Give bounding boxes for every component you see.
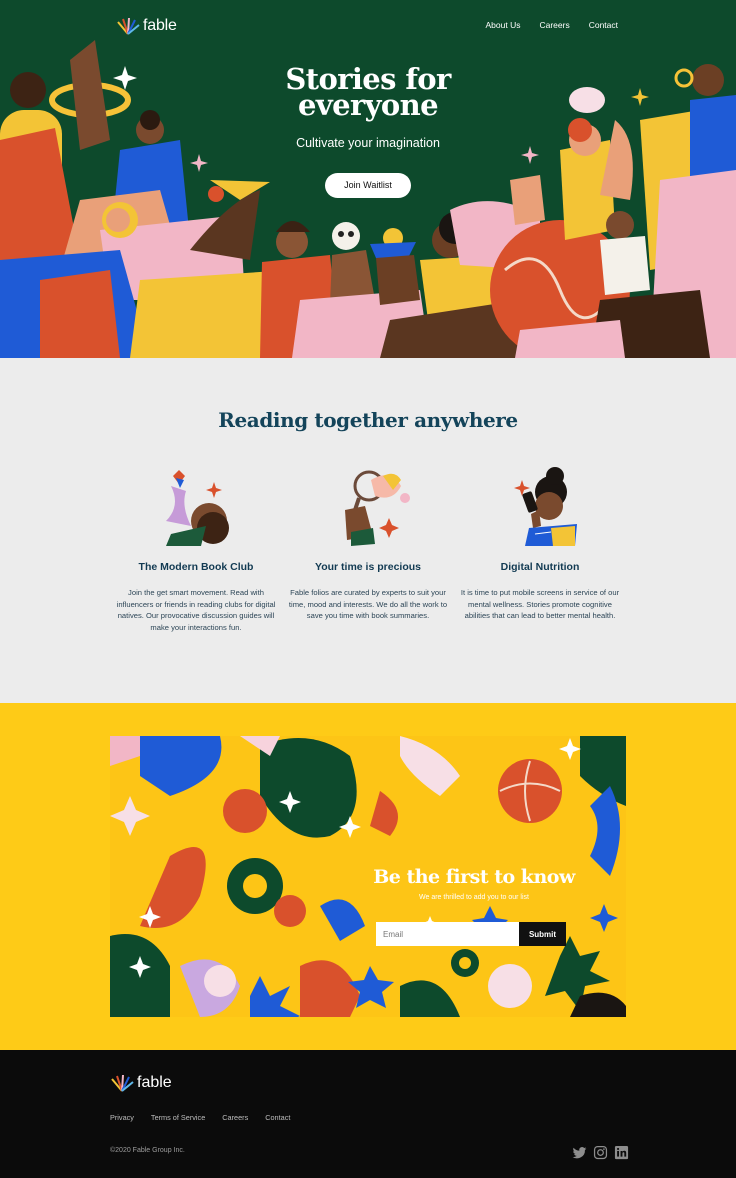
footer-brand-name: fable [137,1074,172,1091]
newsletter-section: Be the first to know We are thrilled to … [0,703,736,1050]
fable-logo-icon [111,1074,134,1092]
footer-logo[interactable]: fable [110,1073,172,1093]
twitter-icon[interactable] [572,1145,587,1160]
nav-link-careers[interactable]: Careers [539,20,569,30]
nav-link-contact[interactable]: Contact [589,20,618,30]
feature-book-club: The Modern Book Club Join the get smart … [116,466,276,633]
newsletter-subtitle: We are thrilled to add you to our list [419,894,529,901]
feature-digital-nutrition: Digital Nutrition It is time to put mobi… [460,466,620,622]
submit-button[interactable]: Submit [519,922,566,946]
nav-links: About Us Careers Contact [486,20,619,30]
landing-page: fable About Us Careers Contact Stories f… [0,0,736,1178]
newsletter-panel: Be the first to know We are thrilled to … [110,736,626,1017]
newsletter-title: Be the first to know [373,866,575,888]
hero-title-line-2: everyone [298,88,439,122]
footer-links: Privacy Terms of Service Careers Contact [110,1113,290,1122]
storyteller-bird-illustration [166,470,229,546]
instagram-icon[interactable] [593,1145,608,1160]
footer-link-careers[interactable]: Careers [222,1113,248,1122]
hero-section: fable About Us Careers Contact Stories f… [0,0,736,358]
footer-link-contact[interactable]: Contact [265,1113,290,1122]
footer: fable Privacy Terms of Service Careers C… [0,1050,736,1178]
features-title: Reading together anywhere [218,408,518,432]
feature-title: The Modern Book Club [138,561,254,573]
feature-text: Fable folios are curated by experts to s… [288,588,448,621]
social-links [572,1145,629,1160]
features-section: Reading together anywhere The Modern Boo… [0,358,736,703]
hero-title: Stories for everyone [0,65,736,120]
hero-subtitle: Cultivate your imagination [296,136,440,150]
magnifying-glass-illustration [345,470,410,546]
join-waitlist-button[interactable]: Join Waitlist [325,173,411,198]
feature-text: It is time to put mobile screens in serv… [460,588,620,621]
feature-title: Digital Nutrition [500,561,580,573]
linkedin-icon[interactable] [614,1145,629,1160]
nav-link-about-us[interactable]: About Us [486,20,521,30]
feature-title: Your time is precious [315,561,421,573]
brand-logo[interactable]: fable [116,16,177,36]
fable-logo-icon [117,17,140,35]
footer-link-terms[interactable]: Terms of Service [151,1113,205,1122]
email-input[interactable] [376,922,519,946]
footer-link-privacy[interactable]: Privacy [110,1113,134,1122]
phone-reader-illustration [514,467,577,546]
feature-time: Your time is precious Fable folios are c… [288,466,448,622]
brand-name: fable [143,17,177,34]
top-navigation: fable About Us Careers Contact [0,0,736,52]
copyright: ©2020 Fable Group Inc. [110,1147,185,1154]
feature-text: Join the get smart movement. Read with i… [116,588,276,632]
